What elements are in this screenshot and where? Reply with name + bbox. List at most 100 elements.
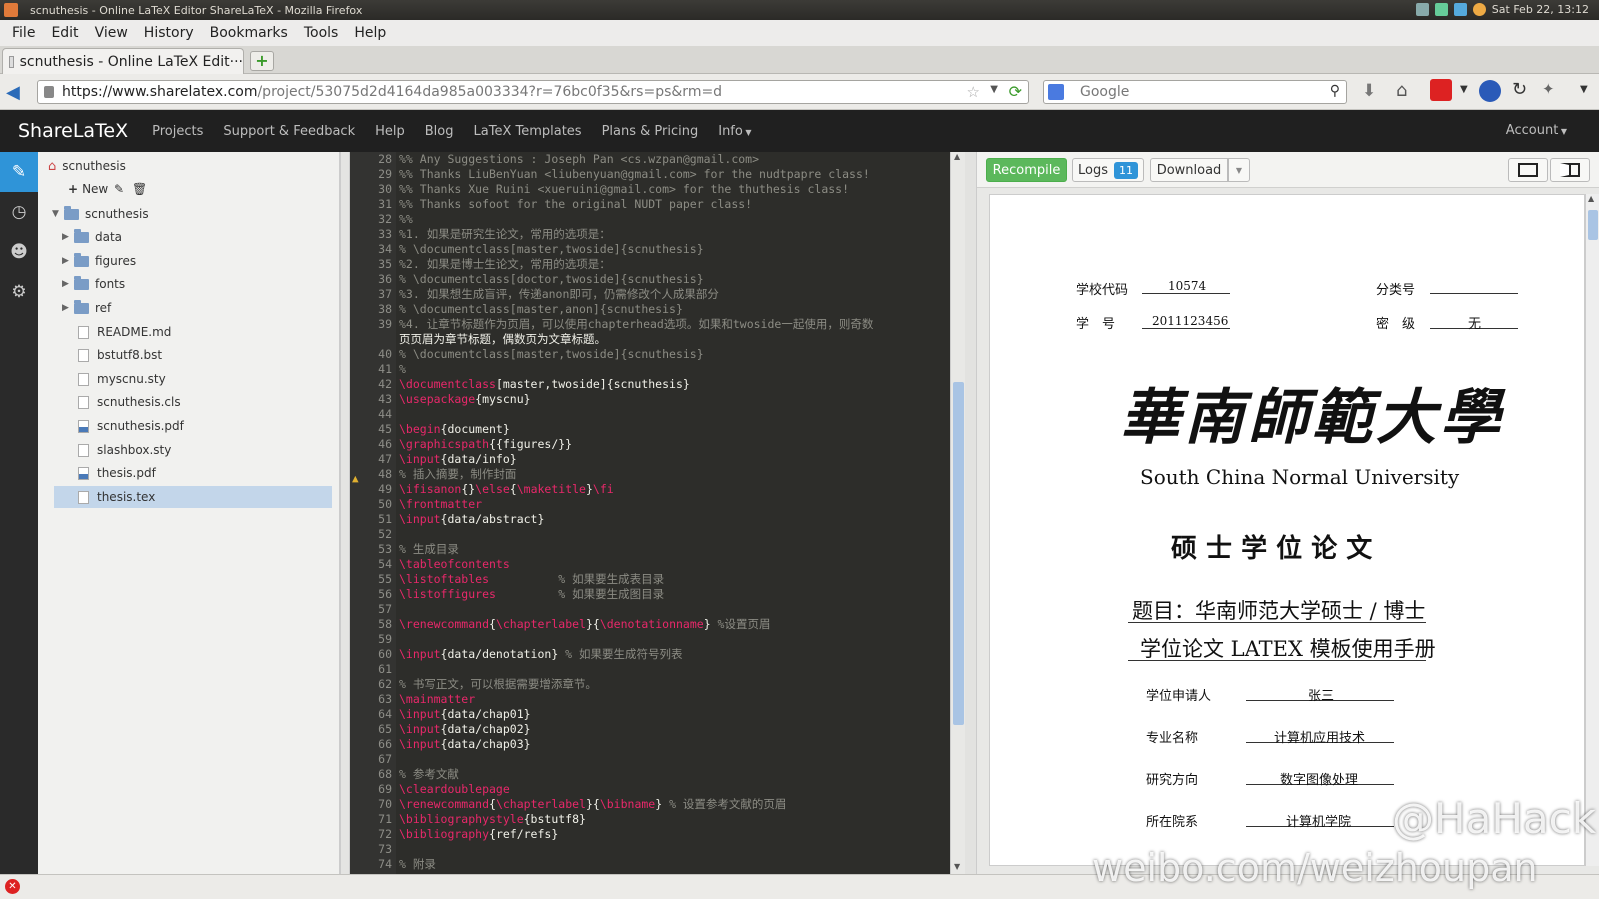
code-line[interactable]: \mainmatter: [399, 692, 475, 707]
app-logo[interactable]: ShareLaTeX: [18, 120, 128, 142]
clock[interactable]: Sat Feb 22, 13:12: [1492, 3, 1589, 16]
tree-item-bstutf8[interactable]: bstutf8.bst: [78, 344, 162, 366]
share-button[interactable]: ☻: [0, 232, 38, 272]
toolbar-menu-icon[interactable]: ▼: [1580, 84, 1588, 95]
tree-item-ref[interactable]: ▶ ref: [62, 297, 111, 319]
code-line[interactable]: \input{data/abstract}: [399, 512, 544, 527]
code-line[interactable]: % 生成目录: [399, 542, 459, 557]
editor-scroll-thumb[interactable]: [953, 382, 964, 725]
settings-button[interactable]: ⚙: [0, 272, 38, 312]
network-icon[interactable]: [1415, 3, 1429, 16]
code-line[interactable]: %% Thanks Xue Ruini <xueruini@gmail.com>…: [399, 182, 849, 197]
binoculars-icon[interactable]: ⚲: [1330, 83, 1340, 99]
code-line[interactable]: % 参考文献: [399, 767, 459, 782]
search-bar[interactable]: Google ⚲: [1043, 80, 1347, 104]
code-editor[interactable]: 28 29 30 31 32 33 34 35 36 37 38 39 40 41 42 43 44 45 46 47…: [350, 152, 950, 874]
google-engine-icon[interactable]: [1048, 84, 1064, 100]
back-arrow-icon[interactable]: ◀: [6, 82, 20, 103]
scroll-up-icon[interactable]: ▲: [954, 152, 960, 161]
pdf-scrollbar[interactable]: ▲: [1585, 194, 1599, 866]
code-line[interactable]: \listoftables % 如果要生成表目录: [399, 572, 664, 587]
nav-support[interactable]: Support & Feedback: [223, 124, 355, 139]
menu-tools[interactable]: Tools: [304, 25, 339, 41]
editor-tool-button[interactable]: ✎: [0, 152, 38, 192]
rename-pencil-icon[interactable]: ✎: [114, 178, 124, 200]
code-line[interactable]: %%: [399, 212, 413, 227]
code-line[interactable]: \tableofcontents: [399, 557, 510, 572]
single-pane-view-button[interactable]: [1508, 158, 1548, 182]
tree-item-data[interactable]: ▶ data: [62, 226, 122, 248]
editor-scrollbar[interactable]: ▲ ▼: [950, 152, 965, 874]
code-line[interactable]: % \documentclass[master,twoside]{scnuthe…: [399, 242, 704, 257]
code-line[interactable]: %% Thanks sofoot for the original NUDT p…: [399, 197, 752, 212]
code-line[interactable]: \input{data/denotation} % 如果要生成符号列表: [399, 647, 683, 662]
code-line[interactable]: %4. 让章节标题作为页眉，可以使用chapterhead选项。如果和twosi…: [399, 317, 873, 332]
tree-item-myscnu[interactable]: myscnu.sty: [78, 368, 166, 390]
code-line[interactable]: % \documentclass[master,twoside]{scnuthe…: [399, 347, 704, 362]
code-line[interactable]: \bibliography{ref/refs}: [399, 827, 558, 842]
dropbox-icon[interactable]: [1453, 3, 1467, 16]
tree-item-thesis-pdf[interactable]: thesis.pdf: [78, 462, 156, 484]
chrome-icon[interactable]: [1472, 3, 1486, 16]
code-line[interactable]: \usepackage{myscnu}: [399, 392, 531, 407]
battery-icon[interactable]: [1434, 3, 1448, 16]
code-line[interactable]: %% Thanks LiuBenYuan <liubenyuan@gmail.c…: [399, 167, 870, 182]
folder-scnuthesis[interactable]: ▼ scnuthesis: [52, 203, 149, 225]
nav-templates[interactable]: LaTeX Templates: [474, 124, 582, 139]
code-line[interactable]: \begin{document}: [399, 422, 510, 437]
error-icon[interactable]: ✕: [5, 879, 20, 894]
code-line[interactable]: %3. 如果想生成盲评，传递anon即可，仍需修改个人成果部分: [399, 287, 719, 302]
editor-pdf-splitter[interactable]: [965, 152, 977, 874]
scroll-down-icon[interactable]: ▼: [954, 862, 960, 871]
account-menu[interactable]: Account ▼: [1506, 123, 1567, 138]
code-line[interactable]: \cleardoublepage: [399, 782, 510, 797]
code-line[interactable]: \input{data/chap03}: [399, 737, 531, 752]
tree-item-slashbox[interactable]: slashbox.sty: [78, 439, 171, 461]
sync-icon[interactable]: ↻: [1512, 79, 1527, 100]
addon-puzzle-icon[interactable]: ✦: [1542, 80, 1555, 98]
lock-icon[interactable]: [44, 86, 54, 98]
url-dropdown-icon[interactable]: ▼: [990, 84, 998, 95]
code-line[interactable]: \input{data/chap01}: [399, 707, 531, 722]
nav-help[interactable]: Help: [375, 124, 405, 139]
reload-icon[interactable]: ⟳: [1009, 82, 1022, 101]
code-line[interactable]: 页页眉为章节标题，偶数页为文章标题。: [399, 332, 606, 347]
tree-item-scnuthesis-pdf[interactable]: scnuthesis.pdf: [78, 415, 184, 437]
code-line[interactable]: %% Any Suggestions : Joseph Pan <cs.wzpa…: [399, 152, 759, 167]
project-root[interactable]: ⌂ scnuthesis: [48, 155, 126, 177]
warning-icon[interactable]: ▲: [352, 472, 359, 485]
logs-button[interactable]: Logs 11: [1072, 158, 1144, 182]
download-button[interactable]: Download: [1150, 158, 1228, 182]
code-line[interactable]: \renewcommand{\chapterlabel}{\denotation…: [399, 617, 770, 632]
menu-help[interactable]: Help: [354, 25, 386, 41]
code-line[interactable]: \ifisanon{}\else{\maketitle}\fi: [399, 482, 614, 497]
url-bar[interactable]: https://www.sharelatex.com/project/53075…: [37, 80, 1029, 104]
split-view-button[interactable]: [1550, 158, 1590, 182]
menu-bookmarks[interactable]: Bookmarks: [210, 25, 288, 41]
code-line[interactable]: % \documentclass[doctor,twoside]{scnuthe…: [399, 272, 704, 287]
code-line[interactable]: \renewcommand{\chapterlabel}{\bibname} %…: [399, 797, 786, 812]
code-line[interactable]: % 插入摘要，制作封面: [399, 467, 516, 482]
bookmark-star-icon[interactable]: ☆: [967, 83, 980, 101]
new-file-button[interactable]: + New: [68, 178, 108, 200]
home-icon[interactable]: ⌂: [1396, 80, 1407, 101]
menu-history[interactable]: History: [144, 25, 194, 41]
code-line[interactable]: \input{data/info}: [399, 452, 517, 467]
pdf-scroll-thumb[interactable]: [1588, 210, 1598, 240]
menu-file[interactable]: File: [12, 25, 35, 41]
nav-info[interactable]: Info ▼: [718, 124, 751, 139]
code-line[interactable]: \graphicspath{{figures/}}: [399, 437, 572, 452]
code-line[interactable]: \documentclass[master,twoside]{scnuthesi…: [399, 377, 690, 392]
scroll-up-icon[interactable]: ▲: [1588, 194, 1594, 203]
tree-item-thesis-tex[interactable]: thesis.tex: [54, 486, 332, 508]
code-line[interactable]: \frontmatter: [399, 497, 482, 512]
tree-item-scnuthesis-cls[interactable]: scnuthesis.cls: [78, 391, 181, 413]
trash-icon[interactable]: 🗑: [132, 178, 147, 200]
menu-view[interactable]: View: [95, 25, 128, 41]
pdf-page[interactable]: 学校代码 10574 分类号 学 号 2011123456 密 级 无 華南師範…: [989, 194, 1585, 866]
nav-pricing[interactable]: Plans & Pricing: [602, 124, 699, 139]
code-line[interactable]: % 书写正文，可以根据需要增添章节。: [399, 677, 597, 692]
code-line[interactable]: \input{data/chap02}: [399, 722, 531, 737]
addon-globe-icon[interactable]: [1479, 80, 1501, 102]
download-arrow-icon[interactable]: ⬇: [1362, 81, 1376, 101]
